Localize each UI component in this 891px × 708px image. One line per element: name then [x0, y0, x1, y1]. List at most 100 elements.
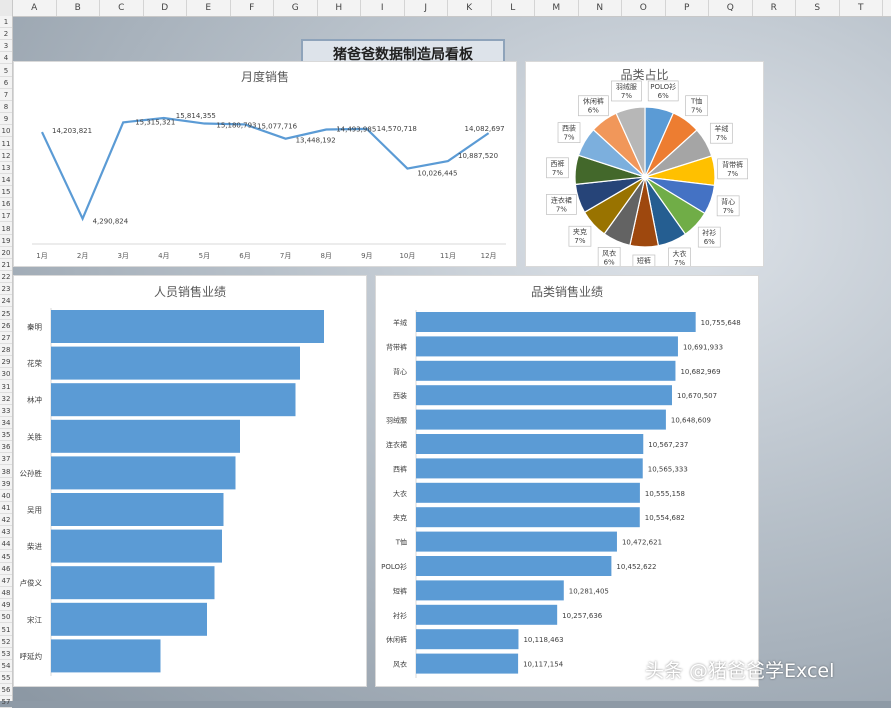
column-header-q[interactable]: Q [709, 0, 753, 16]
column-header-a[interactable]: A [13, 0, 57, 16]
worksheet-area[interactable]: 猪爸爸数据制造局看板 月度销售 14,203,8211月4,290,8242月1… [13, 17, 891, 701]
column-header-r[interactable]: R [753, 0, 797, 16]
column-header-n[interactable]: N [579, 0, 623, 16]
row-header-3[interactable]: 3 [0, 40, 12, 52]
row-header-9[interactable]: 9 [0, 113, 12, 125]
column-header-d[interactable]: D [144, 0, 188, 16]
row-header-30[interactable]: 30 [0, 368, 12, 380]
row-header-22[interactable]: 22 [0, 271, 12, 283]
row-header-17[interactable]: 17 [0, 210, 12, 222]
monthly-sales-chart[interactable]: 月度销售 14,203,8211月4,290,8242月15,315,3213月… [13, 61, 517, 267]
row-header-25[interactable]: 25 [0, 308, 12, 320]
row-header-28[interactable]: 28 [0, 344, 12, 356]
x-tick-label: 2月 [77, 252, 88, 260]
category-sales-chart[interactable]: 品类销售业绩 羊绒10,755,648背带裤10,691,933背心10,682… [375, 275, 759, 687]
bar [416, 532, 617, 552]
bar [416, 483, 640, 503]
column-header-h[interactable]: H [318, 0, 362, 16]
row-header-4[interactable]: 4 [0, 52, 12, 64]
row-header-24[interactable]: 24 [0, 295, 12, 307]
row-header-53[interactable]: 53 [0, 648, 12, 660]
slice-percent-label: 6% [604, 258, 615, 266]
column-header-c[interactable]: C [100, 0, 144, 16]
column-header-s[interactable]: S [796, 0, 840, 16]
row-header-39[interactable]: 39 [0, 478, 12, 490]
data-label: 10,026,445 [417, 170, 457, 178]
column-header-e[interactable]: E [187, 0, 231, 16]
row-header-10[interactable]: 10 [0, 125, 12, 137]
data-label: 10,472,621 [622, 539, 662, 547]
row-header-7[interactable]: 7 [0, 89, 12, 101]
column-header-l[interactable]: L [492, 0, 536, 16]
row-header-51[interactable]: 51 [0, 624, 12, 636]
row-header-36[interactable]: 36 [0, 441, 12, 453]
row-header-5[interactable]: 5 [0, 65, 12, 77]
row-header-50[interactable]: 50 [0, 611, 12, 623]
row-header-55[interactable]: 55 [0, 672, 12, 684]
row-header-15[interactable]: 15 [0, 186, 12, 198]
row-header-33[interactable]: 33 [0, 405, 12, 417]
row-header-42[interactable]: 42 [0, 514, 12, 526]
select-all-corner[interactable] [0, 0, 13, 16]
row-header-56[interactable]: 56 [0, 684, 12, 696]
row-header-32[interactable]: 32 [0, 393, 12, 405]
staff-sales-chart[interactable]: 人员销售业绩 秦明花荣林冲关胜公孙胜吴用柴进卢俊义宋江呼延灼 [13, 275, 367, 687]
row-header-45[interactable]: 45 [0, 551, 12, 563]
slice-percent-label: 7% [574, 237, 585, 245]
row-header-1[interactable]: 1 [0, 16, 12, 28]
x-tick-label: 11月 [440, 252, 456, 260]
row-header-29[interactable]: 29 [0, 356, 12, 368]
row-header-46[interactable]: 46 [0, 563, 12, 575]
column-header-bar[interactable]: ABCDEFGHIJKLMNOPQRST [0, 0, 891, 17]
row-header-52[interactable]: 52 [0, 636, 12, 648]
column-header-t[interactable]: T [840, 0, 884, 16]
slice-percent-label: 7% [716, 134, 727, 142]
row-header-41[interactable]: 41 [0, 502, 12, 514]
bar [416, 654, 518, 674]
row-header-47[interactable]: 47 [0, 575, 12, 587]
row-header-18[interactable]: 18 [0, 223, 12, 235]
row-header-40[interactable]: 40 [0, 490, 12, 502]
row-header-37[interactable]: 37 [0, 453, 12, 465]
row-header-14[interactable]: 14 [0, 174, 12, 186]
row-header-54[interactable]: 54 [0, 660, 12, 672]
row-header-49[interactable]: 49 [0, 599, 12, 611]
column-header-i[interactable]: I [361, 0, 405, 16]
row-header-23[interactable]: 23 [0, 283, 12, 295]
column-header-j[interactable]: J [405, 0, 449, 16]
row-header-20[interactable]: 20 [0, 247, 12, 259]
x-tick-label: 12月 [481, 252, 497, 260]
row-header-35[interactable]: 35 [0, 429, 12, 441]
column-header-m[interactable]: M [535, 0, 579, 16]
row-header-38[interactable]: 38 [0, 466, 12, 478]
row-header-12[interactable]: 12 [0, 150, 12, 162]
column-header-k[interactable]: K [448, 0, 492, 16]
column-header-p[interactable]: P [666, 0, 710, 16]
category-share-chart[interactable]: 品类占比 POLO衫6%T恤7%羊绒7%背带裤7%背心7%衬衫6%大衣7%短裤6… [525, 61, 764, 267]
row-header-bar[interactable]: 1234567891011121314151617181920212223242… [0, 16, 13, 701]
column-header-g[interactable]: G [274, 0, 318, 16]
slice-category-label: 连衣裙 [551, 195, 572, 204]
row-header-57[interactable]: 57 [0, 696, 12, 708]
y-tick-label: 林冲 [27, 395, 42, 405]
column-header-o[interactable]: O [622, 0, 666, 16]
row-header-43[interactable]: 43 [0, 526, 12, 538]
row-header-19[interactable]: 19 [0, 235, 12, 247]
row-header-48[interactable]: 48 [0, 587, 12, 599]
data-label: 14,570,718 [377, 125, 417, 133]
row-header-27[interactable]: 27 [0, 332, 12, 344]
row-header-34[interactable]: 34 [0, 417, 12, 429]
column-header-b[interactable]: B [57, 0, 101, 16]
row-header-2[interactable]: 2 [0, 28, 12, 40]
row-header-26[interactable]: 26 [0, 320, 12, 332]
y-tick-label: 夹克 [393, 513, 407, 522]
row-header-11[interactable]: 11 [0, 138, 12, 150]
row-header-6[interactable]: 6 [0, 77, 12, 89]
row-header-13[interactable]: 13 [0, 162, 12, 174]
row-header-31[interactable]: 31 [0, 381, 12, 393]
row-header-8[interactable]: 8 [0, 101, 12, 113]
row-header-16[interactable]: 16 [0, 198, 12, 210]
row-header-21[interactable]: 21 [0, 259, 12, 271]
row-header-44[interactable]: 44 [0, 538, 12, 550]
column-header-f[interactable]: F [231, 0, 275, 16]
